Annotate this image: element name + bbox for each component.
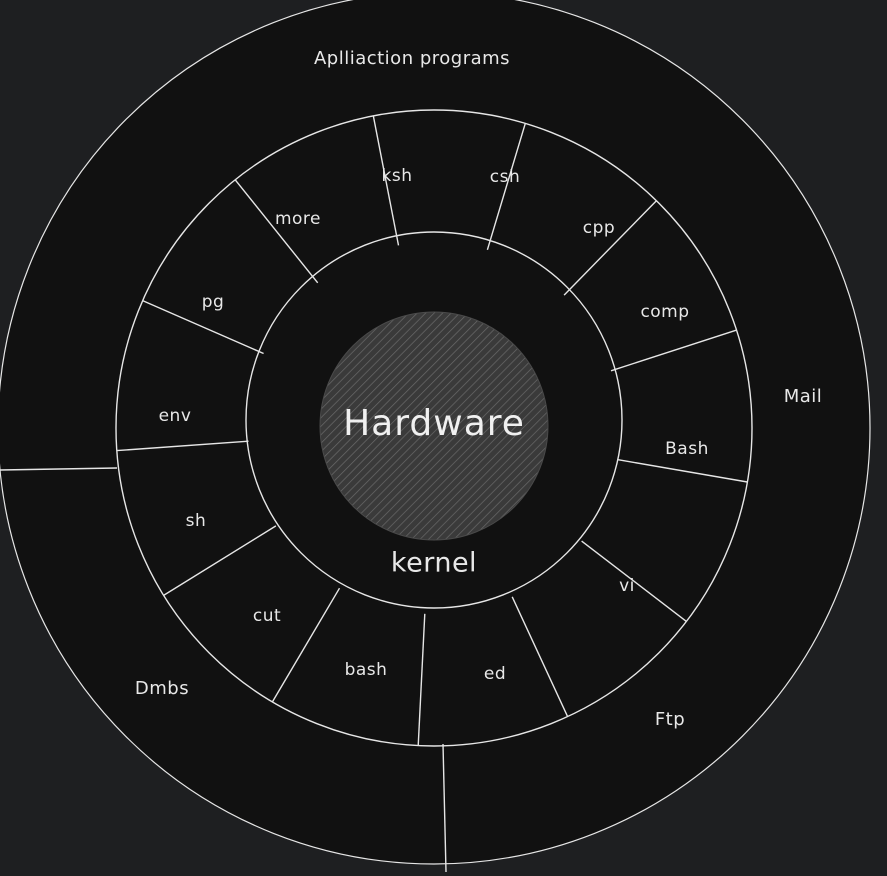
shell-command-label: ed bbox=[484, 664, 506, 684]
kernel-label: kernel bbox=[391, 548, 477, 579]
application-program-label: Ftp bbox=[655, 709, 685, 730]
shell-command-label: cpp bbox=[583, 218, 615, 238]
shell-command-label: env bbox=[159, 406, 192, 426]
shell-command-label: bash bbox=[345, 660, 388, 680]
shell-command-label: vi bbox=[619, 576, 635, 596]
application-program-label: Mail bbox=[784, 386, 823, 407]
shell-diagram: Hardware kernel ksh csh cpp comp Bash vi… bbox=[0, 0, 871, 873]
application-program-label: Dmbs bbox=[135, 678, 189, 699]
shell-command-label: pg bbox=[202, 292, 225, 312]
shell-command-label: sh bbox=[186, 511, 207, 531]
hardware-label: Hardware bbox=[343, 403, 525, 444]
shell-command-label: comp bbox=[640, 302, 689, 322]
shell-command-label: cut bbox=[253, 606, 281, 626]
application-program-label: Aplliaction programs bbox=[314, 48, 510, 69]
shell-command-label: more bbox=[275, 209, 321, 229]
shell-command-label: Bash bbox=[665, 439, 709, 459]
shell-command-label: ksh bbox=[382, 166, 413, 186]
shell-command-label: csh bbox=[490, 167, 520, 187]
